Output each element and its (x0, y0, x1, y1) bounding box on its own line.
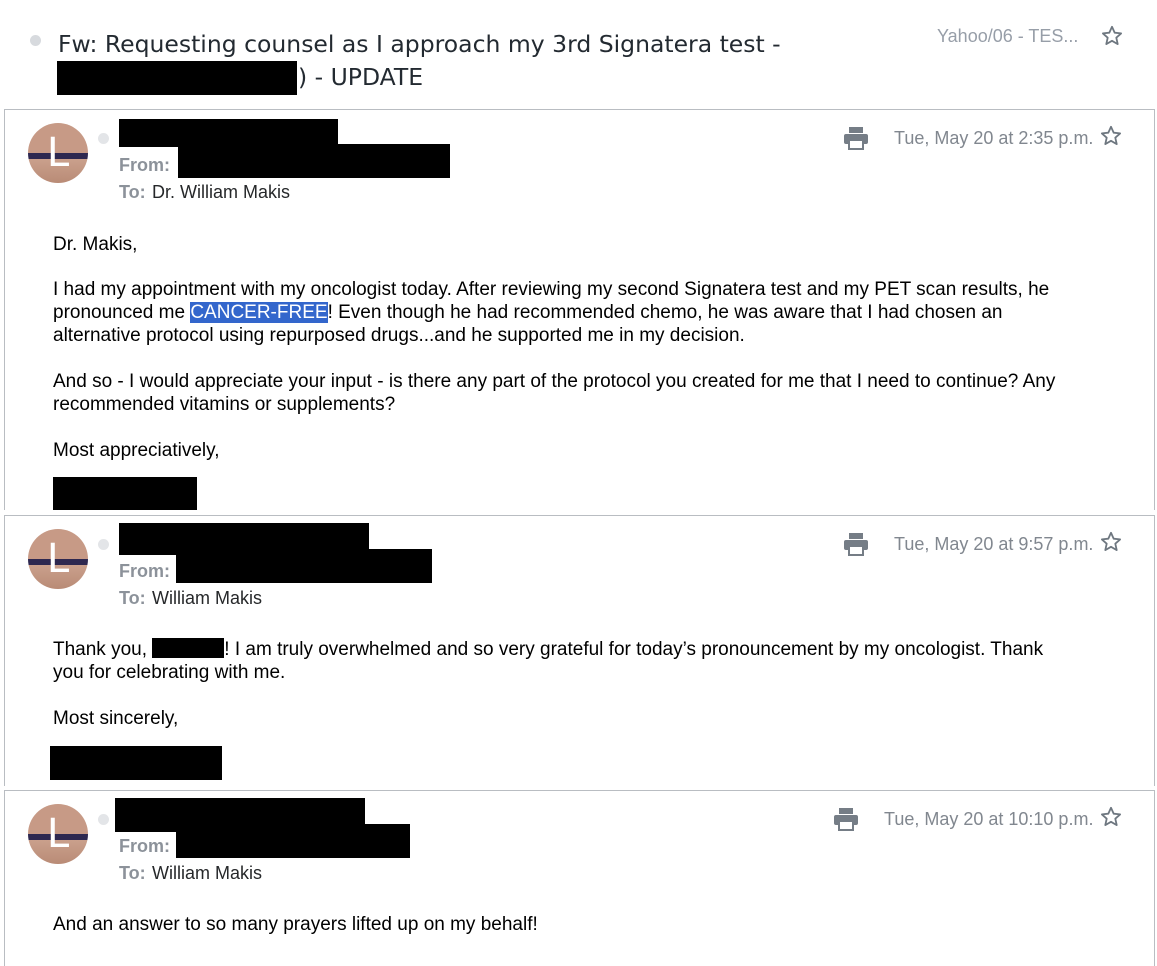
thread-header: Fw: Requesting counsel as I approach my … (0, 0, 1157, 108)
subject-line-2: ) - UPDATE (298, 63, 424, 91)
avatar[interactable]: L (28, 529, 88, 589)
from-label: From: (119, 836, 170, 856)
folder-label[interactable]: Yahoo/06 - TES... (937, 26, 1078, 47)
to-recipient[interactable]: William Makis (152, 588, 262, 609)
redacted-sender-email (178, 144, 450, 178)
body-text-segment: pronounced me (53, 302, 191, 323)
avatar[interactable]: L (28, 804, 88, 864)
star-icon[interactable] (1099, 124, 1123, 148)
redacted-sender-email (176, 824, 410, 858)
body-line: Thank you, ! I am truly overwhelmed and … (53, 638, 1043, 661)
body-line: And an answer to so many prayers lifted … (53, 914, 538, 935)
to-label: To: (119, 588, 146, 608)
avatar-letter: L (46, 811, 70, 857)
avatar-letter: L (46, 536, 70, 582)
star-icon[interactable] (1100, 24, 1124, 48)
message-card: L From: To: William Makis Tue, May 20 at… (4, 515, 1155, 786)
presence-dot-icon (98, 539, 109, 550)
body-line: And so - I would appreciate your input -… (53, 371, 1056, 392)
from-label: From: (119, 155, 170, 175)
avatar[interactable]: L (28, 123, 88, 183)
to-recipient[interactable]: Dr. William Makis (152, 182, 290, 203)
print-icon[interactable] (833, 807, 859, 831)
presence-dot-icon (98, 133, 109, 144)
body-line: I had my appointment with my oncologist … (53, 279, 1050, 300)
body-text-segment: ! I am truly overwhelmed and so very gra… (224, 639, 1044, 660)
to-recipient[interactable]: William Makis (152, 863, 262, 884)
message-date: Tue, May 20 at 2:35 p.m. (894, 128, 1094, 148)
message-closing: Most appreciatively, (53, 440, 220, 461)
message-card: L From: To: William Makis Tue, May 20 at… (4, 790, 1155, 966)
from-label: From: (119, 561, 170, 581)
to-label: To: (119, 182, 146, 202)
redacted-sender-name (119, 119, 338, 147)
message-greeting: Dr. Makis, (53, 234, 138, 255)
presence-dot-icon (98, 814, 109, 825)
body-line: recommended vitamins or supplements? (53, 394, 396, 415)
star-icon[interactable] (1099, 805, 1123, 829)
highlighted-text: CANCER-FREE (190, 302, 328, 323)
redacted-name (152, 638, 225, 658)
message-closing: Most sincerely, (53, 708, 179, 729)
message-card: L From: To: Dr. William Makis Tue, May 2… (4, 109, 1155, 510)
redacted-sender-email (176, 549, 432, 583)
print-icon[interactable] (843, 126, 869, 150)
redacted-client-name (57, 61, 297, 95)
to-label: To: (119, 863, 146, 883)
star-icon[interactable] (1099, 530, 1123, 554)
print-icon[interactable] (843, 532, 869, 556)
unread-dot-icon (30, 35, 41, 46)
redacted-signature (50, 746, 222, 780)
message-date: Tue, May 20 at 10:10 p.m. (884, 809, 1094, 829)
message-date: Tue, May 20 at 9:57 p.m. (894, 534, 1094, 554)
body-text-segment: Thank you, (53, 639, 153, 660)
avatar-letter: L (46, 130, 70, 176)
redacted-signature (53, 477, 197, 510)
body-text-segment: ! Even though he had recommended chemo, … (327, 302, 1003, 323)
body-line: pronounced me CANCER-FREE! Even though h… (53, 301, 1003, 324)
body-line: alternative protocol using repurposed dr… (53, 325, 745, 346)
body-line: you for celebrating with me. (53, 662, 286, 683)
